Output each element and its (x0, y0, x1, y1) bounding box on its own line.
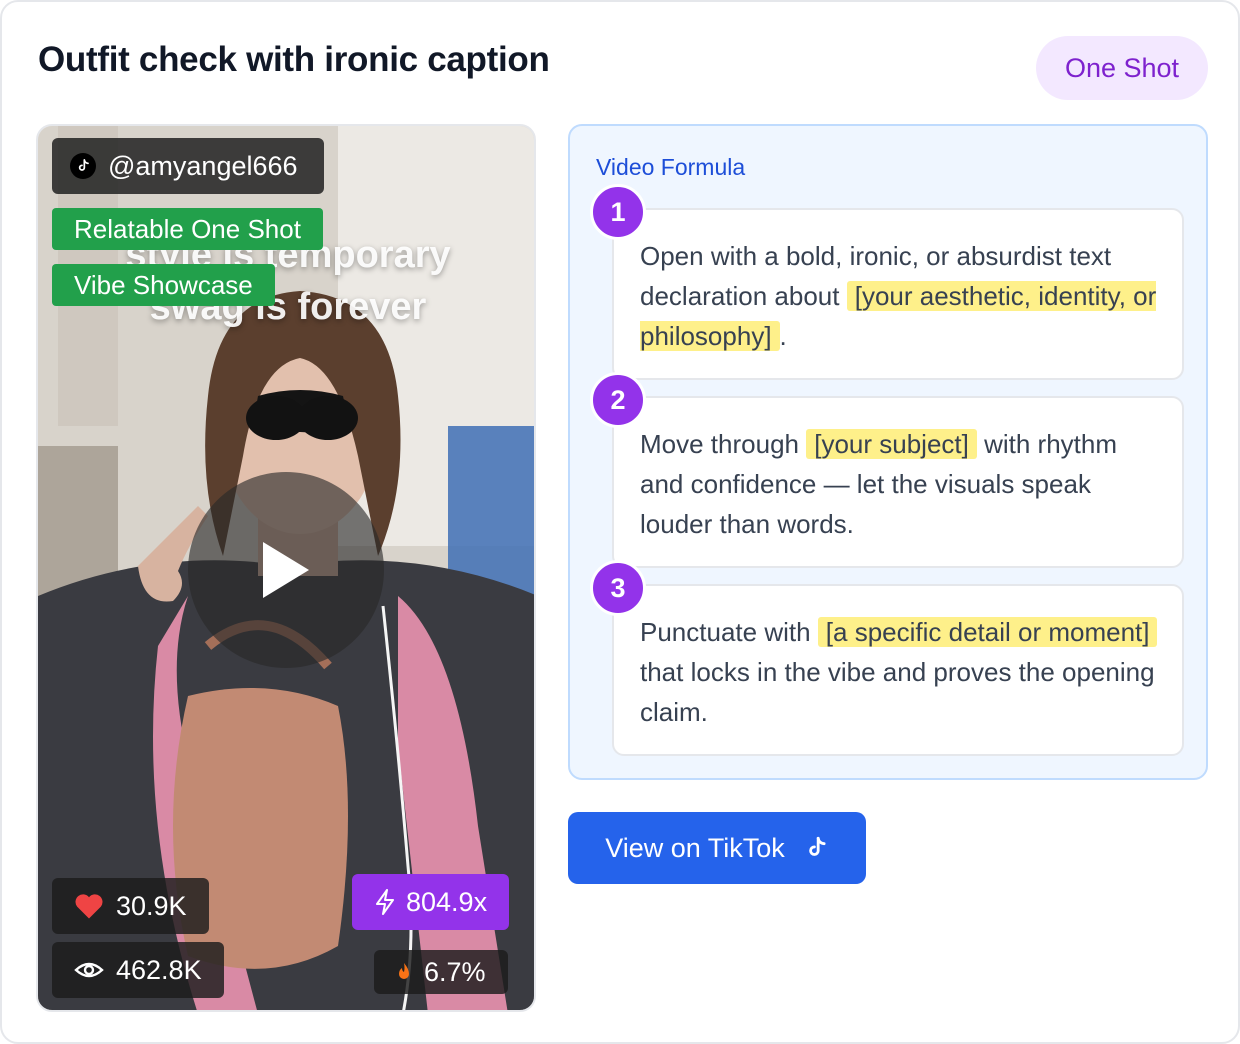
tiktok-icon (70, 153, 96, 179)
step-2-number-badge: 2 (590, 372, 646, 428)
likes-stat: 30.9K (52, 878, 209, 934)
step-3-text-before: Punctuate with (640, 617, 818, 647)
tiktok-icon (808, 836, 826, 856)
engagement-value: 6.7% (424, 956, 486, 987)
heart-icon (75, 894, 103, 919)
formula-step-1: Open with a bold, ironic, or absurdist t… (612, 208, 1184, 380)
play-icon (263, 542, 309, 598)
formula-label: Video Formula (596, 154, 746, 180)
step-2-highlight: [your subject] (806, 429, 977, 459)
engagement-stat: 6.7% (374, 950, 508, 994)
creator-handle-text: @amyangel666 (108, 150, 298, 181)
multiplier-stat: 804.9x (352, 874, 510, 930)
video-thumbnail[interactable]: style is temporary swag is forever @amya… (36, 124, 536, 1012)
step-3-highlight: [a specific detail or moment] (817, 617, 1158, 647)
eye-icon (74, 962, 104, 978)
creator-handle[interactable]: @amyangel666 (52, 138, 324, 194)
likes-count: 30.9K (116, 890, 187, 921)
multiplier-value: 804.9x (406, 886, 488, 917)
formula-card: Outfit check with ironic caption One Sho… (0, 0, 1240, 1044)
step-3-text-after: that locks in the vibe and proves the op… (640, 657, 1155, 727)
step-1-text-after: . (779, 321, 787, 351)
type-pill: One Shot (1036, 36, 1208, 100)
step-2-text-before: Move through (640, 429, 807, 459)
bolt-icon (376, 889, 394, 915)
play-button[interactable] (188, 472, 384, 668)
views-count: 462.8K (116, 954, 202, 985)
views-stat: 462.8K (52, 942, 224, 998)
video-formula-panel: Video Formula Open with a bold, ironic, … (568, 124, 1208, 780)
view-on-tiktok-label: View on TikTok (605, 832, 785, 863)
step-3-number-badge: 3 (590, 560, 646, 616)
step-1-number-badge: 1 (590, 184, 646, 240)
tag-vibe-showcase: Vibe Showcase (52, 264, 275, 306)
formula-step-2: Move through [your subject] with rhythm … (612, 396, 1184, 568)
view-on-tiktok-button[interactable]: View on TikTok (568, 812, 866, 884)
tag-relatable-one-shot: Relatable One Shot (52, 208, 323, 250)
formula-step-3: Punctuate with [a specific detail or mom… (612, 584, 1184, 756)
flame-icon (399, 963, 409, 979)
card-title: Outfit check with ironic caption (38, 40, 550, 79)
